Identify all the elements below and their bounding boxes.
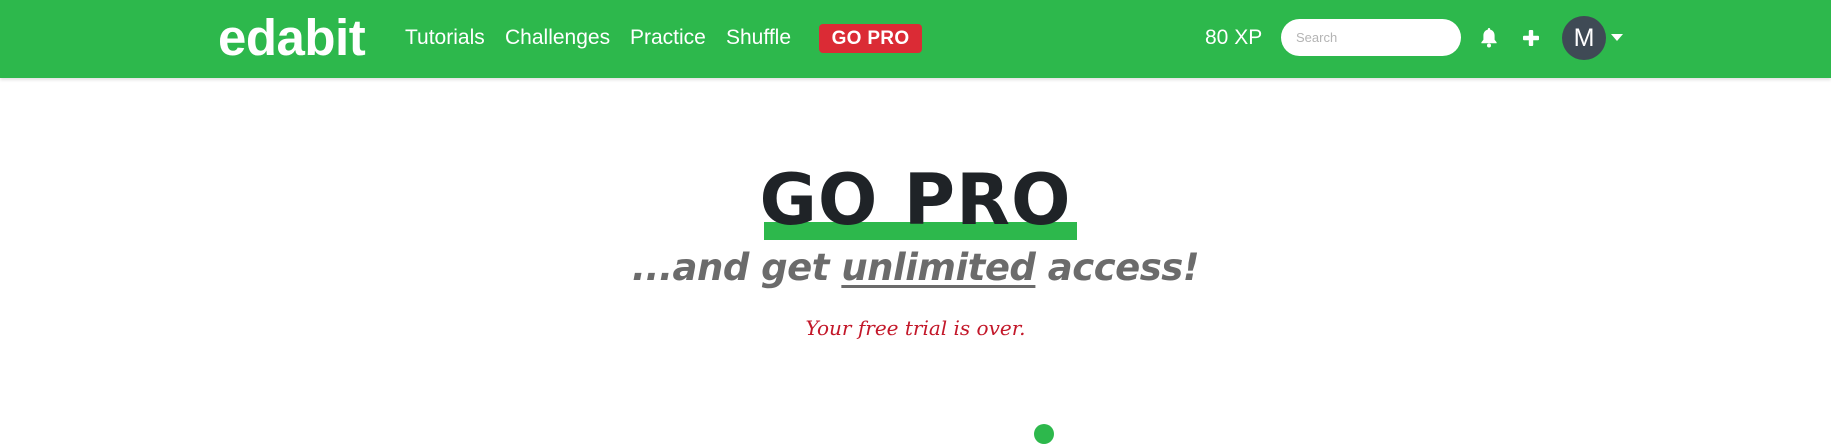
- top-navbar: edabit Tutorials Challenges Practice Shu…: [0, 0, 1831, 78]
- go-pro-button[interactable]: GO PRO: [819, 24, 922, 53]
- user-avatar[interactable]: M: [1562, 16, 1606, 60]
- page-subtitle: ...and get unlimited access!: [0, 244, 1831, 292]
- bell-icon: [1481, 28, 1497, 48]
- green-dot-marker: [1034, 424, 1054, 444]
- subtitle-suffix: access!: [1035, 246, 1200, 289]
- nav-link-tutorials[interactable]: Tutorials: [405, 24, 485, 52]
- nav-link-challenges[interactable]: Challenges: [505, 24, 610, 52]
- notifications-button[interactable]: [1476, 25, 1502, 51]
- add-button[interactable]: [1518, 25, 1544, 51]
- subtitle-prefix: ...and get: [631, 246, 842, 289]
- subtitle-emphasis: unlimited: [841, 246, 1036, 289]
- edabit-logo[interactable]: edabit: [218, 8, 366, 68]
- nav-link-practice[interactable]: Practice: [630, 24, 706, 52]
- xp-counter: 80 XP: [1205, 26, 1263, 49]
- nav-link-shuffle[interactable]: Shuffle: [726, 24, 791, 52]
- search-input[interactable]: [1281, 19, 1461, 56]
- trial-expired-message: Your free trial is over.: [805, 316, 1026, 340]
- plus-icon: [1523, 30, 1539, 46]
- chevron-down-icon[interactable]: [1611, 34, 1623, 41]
- page-title: GO PRO: [759, 159, 1072, 241]
